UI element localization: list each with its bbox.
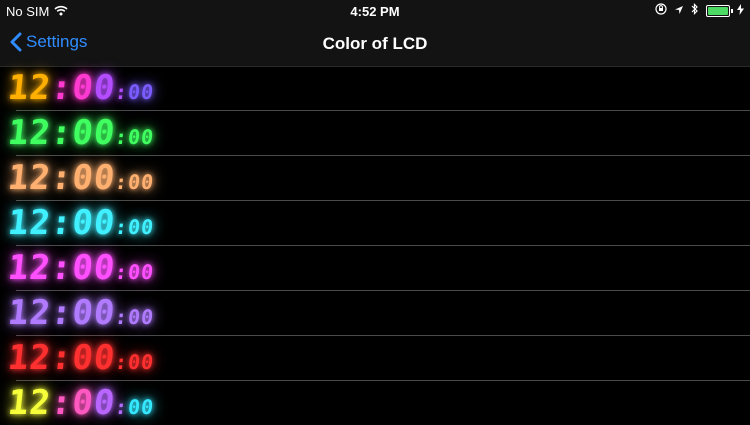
- lcd-preview: 12:00:00: [5, 383, 156, 423]
- bluetooth-icon: [691, 3, 699, 18]
- lcd-color-option-orange[interactable]: 12:00:00: [6, 156, 750, 201]
- location-icon: [674, 3, 684, 18]
- lcd-preview: 12:00:00: [5, 113, 156, 153]
- lcd-color-option-green[interactable]: 12:00:00: [6, 111, 750, 156]
- lcd-color-option-magenta[interactable]: 12:00:00: [6, 246, 750, 291]
- lcd-preview: 12:00:00: [5, 338, 156, 378]
- orientation-lock-icon: [655, 3, 667, 18]
- battery-icon: [706, 4, 733, 17]
- lcd-color-option-cyan[interactable]: 12:00:00: [6, 201, 750, 246]
- lcd-color-option-rainbow-2[interactable]: 12:00:00: [6, 381, 750, 425]
- lcd-color-option-rainbow-1[interactable]: 12:00:00: [6, 66, 750, 111]
- charging-icon: [737, 3, 744, 18]
- navigation-bar: Settings Color of LCD: [0, 22, 750, 67]
- lcd-preview: 12:00:00: [5, 68, 156, 108]
- lcd-preview: 12:00:00: [5, 158, 156, 198]
- status-right: [655, 3, 744, 18]
- lcd-color-option-red[interactable]: 12:00:00: [6, 336, 750, 381]
- lcd-preview: 12:00:00: [5, 203, 156, 243]
- status-time: 4:52 PM: [350, 4, 400, 19]
- lcd-color-option-violet[interactable]: 12:00:00: [6, 291, 750, 336]
- lcd-preview: 12:00:00: [5, 293, 156, 333]
- lcd-preview: 12:00:00: [5, 248, 156, 288]
- status-bar: No SIM 4:52 PM: [0, 0, 750, 22]
- lcd-color-list: 12:00:00 12:00:00 12:00:00 12:00:00 12:00:00…: [0, 66, 750, 425]
- page-title: Color of LCD: [322, 34, 428, 53]
